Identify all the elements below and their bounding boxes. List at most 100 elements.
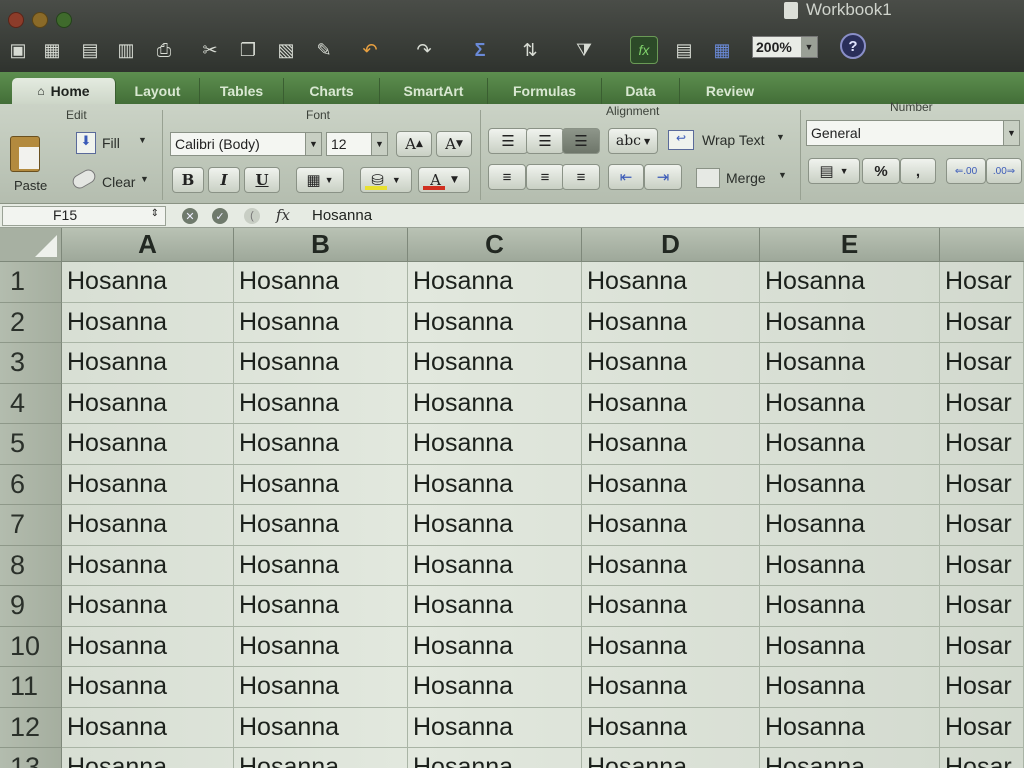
gallery-icon[interactable]: ▤ bbox=[670, 36, 698, 64]
row-header[interactable]: 10 bbox=[0, 626, 62, 667]
tab-review[interactable]: Review bbox=[680, 78, 780, 104]
confirm-entry-button[interactable]: ✓ bbox=[212, 208, 228, 224]
grid-cell[interactable]: Hosanna bbox=[760, 707, 940, 748]
grid-cell[interactable]: Hosanna bbox=[62, 343, 234, 384]
grid-cell[interactable]: Hosanna bbox=[234, 505, 408, 546]
align-middle-button[interactable]: ☰ bbox=[526, 128, 564, 154]
grid-cell[interactable]: Hosanna bbox=[62, 262, 234, 303]
grid-cell[interactable]: Hosanna bbox=[582, 586, 760, 627]
grid-cell[interactable]: Hosanna bbox=[760, 464, 940, 505]
grid-cell[interactable]: Hosanna bbox=[62, 748, 234, 768]
shrink-font-button[interactable]: A ▼ bbox=[436, 131, 472, 157]
grid-cell[interactable]: Hosanna bbox=[62, 586, 234, 627]
grid-cell[interactable]: Hosar bbox=[940, 505, 1024, 546]
number-format-select[interactable]: General ▼ bbox=[806, 120, 1020, 146]
copy-icon[interactable]: ❐ bbox=[234, 36, 262, 64]
row-header[interactable]: 13 bbox=[0, 748, 62, 768]
column-header-f[interactable] bbox=[940, 228, 1024, 262]
grid-cell[interactable]: Hosanna bbox=[582, 545, 760, 586]
undo-icon[interactable]: ↶ bbox=[356, 36, 384, 64]
grid-cell[interactable]: Hosanna bbox=[234, 343, 408, 384]
grid-cell[interactable]: Hosanna bbox=[62, 707, 234, 748]
templates-icon[interactable]: ▦ bbox=[38, 36, 66, 64]
row-header[interactable]: 12 bbox=[0, 707, 62, 748]
grid-cell[interactable]: Hosanna bbox=[760, 505, 940, 546]
row-header[interactable]: 3 bbox=[0, 343, 62, 384]
row-header[interactable]: 7 bbox=[0, 505, 62, 546]
grid-cell[interactable]: Hosanna bbox=[234, 545, 408, 586]
merge-button[interactable]: Merge ▼ bbox=[694, 164, 794, 192]
grid-cell[interactable]: Hosanna bbox=[760, 383, 940, 424]
grid-cell[interactable]: Hosanna bbox=[62, 626, 234, 667]
format-painter-icon[interactable]: ✎ bbox=[310, 36, 338, 64]
increase-decimal-button[interactable]: ⇐.00 bbox=[946, 158, 986, 184]
grid-cell[interactable]: Hosanna bbox=[582, 302, 760, 343]
grid-cell[interactable]: Hosanna bbox=[408, 586, 582, 627]
grid-cell[interactable]: Hosanna bbox=[62, 383, 234, 424]
comma-style-button[interactable]: , bbox=[900, 158, 936, 184]
grid-cell[interactable]: Hosanna bbox=[234, 626, 408, 667]
grid-cell[interactable]: Hosanna bbox=[62, 667, 234, 708]
decrease-decimal-button[interactable]: .00⇒ bbox=[986, 158, 1022, 184]
grid-cell[interactable]: Hosanna bbox=[408, 505, 582, 546]
decrease-indent-button[interactable]: ⇤ bbox=[608, 164, 644, 190]
column-header-a[interactable]: A bbox=[62, 228, 234, 262]
grid-cell[interactable]: Hosanna bbox=[234, 424, 408, 465]
grid-cell[interactable]: Hosanna bbox=[408, 383, 582, 424]
grid-cell[interactable]: Hosanna bbox=[760, 667, 940, 708]
bold-button[interactable]: B bbox=[172, 167, 204, 193]
grid-cell[interactable]: Hosanna bbox=[62, 545, 234, 586]
column-header-e[interactable]: E bbox=[760, 228, 940, 262]
grid-cell[interactable]: Hosanna bbox=[408, 667, 582, 708]
grid-cell[interactable]: Hosanna bbox=[408, 707, 582, 748]
grid-cell[interactable]: Hosanna bbox=[582, 667, 760, 708]
grid-cell[interactable]: Hosanna bbox=[234, 667, 408, 708]
toolbox-icon[interactable]: ▦ bbox=[708, 36, 736, 64]
align-right-button[interactable]: ≡ bbox=[562, 164, 600, 190]
grid-cell[interactable]: Hosanna bbox=[582, 343, 760, 384]
column-header-b[interactable]: B bbox=[234, 228, 408, 262]
font-size-select[interactable]: 12 ▼ bbox=[326, 132, 388, 156]
grid-cell[interactable]: Hosanna bbox=[582, 707, 760, 748]
column-header-d[interactable]: D bbox=[582, 228, 760, 262]
new-icon[interactable]: ▣ bbox=[4, 36, 32, 64]
close-window-button[interactable] bbox=[8, 12, 24, 28]
grid-cell[interactable]: Hosar bbox=[940, 667, 1024, 708]
zoom-select[interactable]: 200% ▼ bbox=[752, 36, 818, 58]
row-header[interactable]: 5 bbox=[0, 424, 62, 465]
grid-cell[interactable]: Hosanna bbox=[234, 464, 408, 505]
grid-cell[interactable]: Hosanna bbox=[62, 505, 234, 546]
grid-cell[interactable]: Hosanna bbox=[760, 302, 940, 343]
fx-icon[interactable]: fx bbox=[276, 206, 290, 224]
grid-cell[interactable]: Hosar bbox=[940, 707, 1024, 748]
grid-cell[interactable]: Hosanna bbox=[760, 343, 940, 384]
grid-cell[interactable]: Hosanna bbox=[408, 424, 582, 465]
grid-cell[interactable]: Hosar bbox=[940, 626, 1024, 667]
row-header[interactable]: 6 bbox=[0, 464, 62, 505]
grid-cell[interactable]: Hosanna bbox=[760, 545, 940, 586]
grid-cell[interactable]: Hosanna bbox=[760, 424, 940, 465]
cancel-entry-button[interactable]: ✕ bbox=[182, 208, 198, 224]
help-button[interactable]: ? bbox=[840, 33, 866, 59]
grid-cell[interactable]: Hosar bbox=[940, 464, 1024, 505]
grid-cell[interactable]: Hosanna bbox=[234, 302, 408, 343]
formula-input[interactable]: Hosanna bbox=[312, 207, 372, 224]
borders-button[interactable]: ▦ ▼ bbox=[296, 167, 344, 193]
sort-icon[interactable]: ⇅ bbox=[516, 36, 544, 64]
clear-button[interactable]: Clear ▼ bbox=[70, 166, 154, 196]
grid-cell[interactable]: Hosar bbox=[940, 545, 1024, 586]
grid-cell[interactable]: Hosanna bbox=[408, 262, 582, 303]
grid-cell[interactable]: Hosanna bbox=[582, 262, 760, 303]
grid-cell[interactable]: Hosanna bbox=[760, 586, 940, 627]
select-all-button[interactable] bbox=[0, 228, 62, 262]
grid-cell[interactable]: Hosanna bbox=[582, 464, 760, 505]
wrap-text-button[interactable]: ↩ Wrap Text ▼ bbox=[668, 126, 788, 154]
underline-button[interactable]: U bbox=[244, 167, 280, 193]
grid-cell[interactable]: Hosanna bbox=[234, 707, 408, 748]
grid-cell[interactable]: Hosar bbox=[940, 343, 1024, 384]
orientation-button[interactable]: abc ▼ bbox=[608, 128, 658, 154]
row-header[interactable]: 2 bbox=[0, 302, 62, 343]
paste-button[interactable]: Paste bbox=[6, 130, 58, 198]
fill-color-button[interactable]: ⛁ ▼ bbox=[360, 167, 412, 193]
grid-cell[interactable]: Hosanna bbox=[582, 424, 760, 465]
